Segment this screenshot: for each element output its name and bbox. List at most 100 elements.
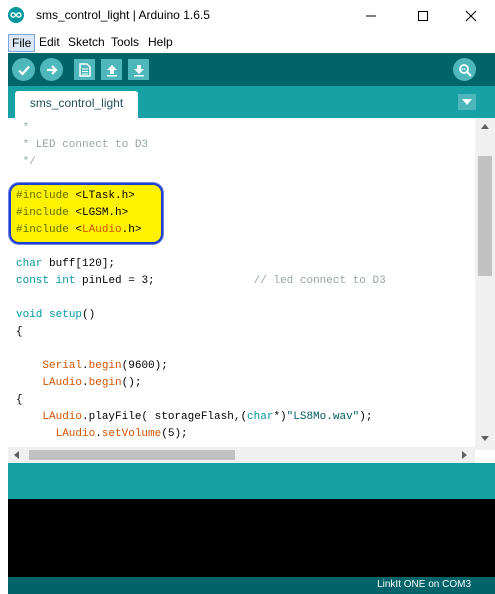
code-token: (9600); [121,360,168,372]
code-line[interactable]: void setup() [16,307,386,324]
code-token: LAudio [42,377,83,389]
code-token: ); [359,411,373,423]
code-token: "LS8Mo.wav" [286,411,360,423]
minimize-button[interactable] [348,0,394,32]
code-line[interactable] [16,341,386,358]
scroll-left-icon[interactable] [14,451,19,459]
code-line[interactable]: */ [16,154,386,171]
code-line[interactable]: LAudio.playFile( storageFlash,(char*)"LS… [16,409,386,426]
close-button[interactable] [448,0,494,32]
code-token: . [82,377,89,389]
maximize-icon [418,11,428,21]
new-button[interactable] [74,59,95,80]
code-token: #include [16,190,76,202]
vertical-scroll-thumb[interactable] [478,156,492,276]
code-token: .h> [121,224,142,236]
code-token: .playFile( storageFlash,( [82,411,248,423]
window-title: sms_control_light | Arduino 1.6.5 [36,8,210,22]
code-line[interactable] [16,171,386,188]
code-line[interactable]: { [16,324,386,341]
code-line[interactable] [16,290,386,307]
close-icon [465,10,477,22]
code-token: (); [121,377,142,389]
code-token: { [16,394,23,406]
code-token: setup [49,309,83,321]
code-token: LAudio [82,224,122,236]
maximize-button[interactable] [400,0,446,32]
code-token: const [16,275,50,287]
code-line[interactable]: LAudio.setVolume(5); [16,426,386,443]
new-file-icon [78,62,91,77]
code-line[interactable]: { [16,392,386,409]
menu-file[interactable]: File [8,34,36,52]
open-arrow-up-icon [106,64,117,76]
code-token: * [16,122,30,134]
menu-edit[interactable]: Edit [39,35,60,49]
code-token: #include [16,207,76,219]
console-output[interactable] [8,499,495,577]
code-line[interactable] [16,239,386,256]
code-token: int [55,275,76,287]
status-bar [8,463,495,499]
serial-monitor-icon [458,63,472,77]
open-button[interactable] [101,59,122,80]
scroll-right-icon[interactable] [462,451,467,459]
tab-sms-control-light[interactable]: sms_control_light [15,91,138,118]
upload-button[interactable] [40,58,63,81]
board-port-label: LinkIt ONE on COM3 [377,579,471,590]
serial-monitor-button[interactable] [453,58,476,81]
scroll-down-icon[interactable] [481,436,489,441]
code-token: begin [88,377,122,389]
code-token: char [247,411,274,423]
code-line[interactable]: #include <LGSM.h> [16,205,386,222]
code-line[interactable]: char buff[120]; [16,256,386,273]
menu-help[interactable]: Help [148,35,173,49]
code-text[interactable]: * * LED connect to D3 */ #include <LTask.… [16,120,386,443]
code-token: buff[120]; [42,258,116,270]
code-token: LAudio [42,411,83,423]
horizontal-scroll-thumb[interactable] [29,450,235,460]
code-token: #include [16,224,76,236]
code-token: LAudio [55,428,96,440]
code-token: Serial [42,360,83,372]
code-token: pinLed = 3; [75,275,254,287]
code-token: () [82,309,96,321]
code-token: <LGSM.h> [75,207,129,219]
arduino-logo-icon [8,7,24,23]
code-token: * LED connect to D3 [16,139,149,151]
save-button[interactable] [128,59,149,80]
save-arrow-down-icon [133,64,144,76]
verify-button[interactable] [12,58,35,81]
code-token: . [95,428,102,440]
check-icon [17,65,30,76]
code-token: */ [16,156,36,168]
code-token: begin [88,360,122,372]
code-token: setVolume [101,428,162,440]
scroll-up-icon[interactable] [481,124,489,129]
code-line[interactable]: #include <LAudio.h> [16,222,386,239]
menu-tools[interactable]: Tools [111,35,139,49]
minimize-icon [366,15,376,17]
code-token: { [16,326,23,338]
code-line[interactable]: * LED connect to D3 [16,137,386,154]
code-token: void [16,309,43,321]
code-line[interactable]: #include <LTask.h> [16,188,386,205]
code-token: *) [273,411,287,423]
code-token: . [82,360,89,372]
code-line[interactable]: Serial.begin(9600); [16,358,386,375]
code-token: // led connect to D3 [253,275,386,287]
menu-sketch[interactable]: Sketch [68,35,105,49]
code-line[interactable]: const int pinLed = 3; // led connect to … [16,273,386,290]
code-line[interactable]: * [16,120,386,137]
arrow-right-icon [46,64,58,75]
chevron-down-icon [462,99,472,105]
code-token: <LTask.h> [75,190,135,202]
code-token: char [16,258,43,270]
code-line[interactable]: LAudio.begin(); [16,375,386,392]
tab-menu-button[interactable] [458,94,476,110]
